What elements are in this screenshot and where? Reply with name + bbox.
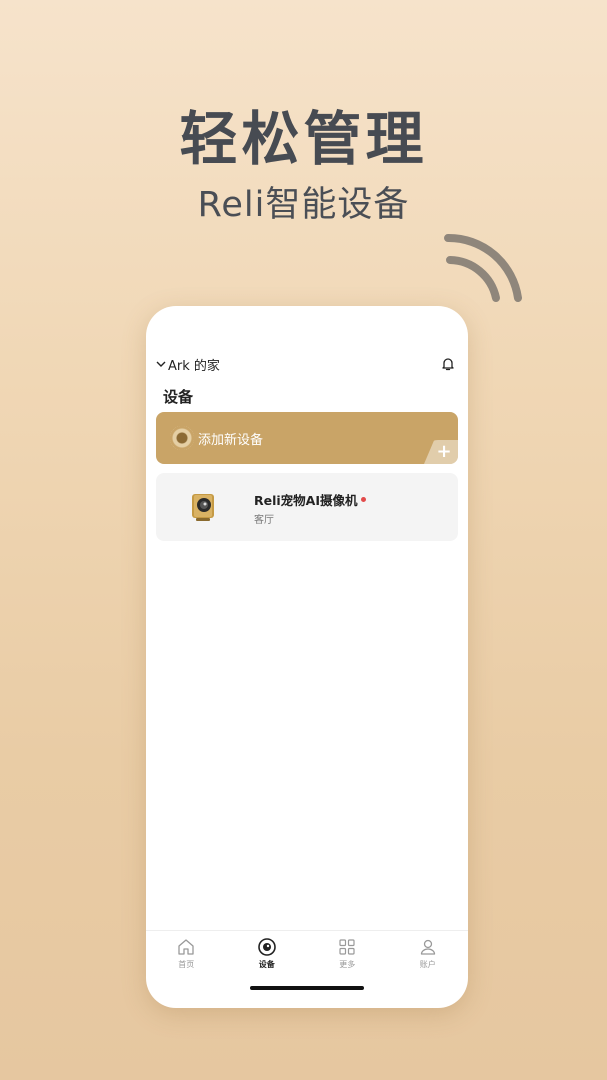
device-room: 客厅	[254, 515, 274, 526]
tab-label: 更多	[339, 960, 356, 969]
tab-more[interactable]: 更多	[307, 931, 388, 977]
app-header: Ark 的家	[156, 354, 456, 374]
home-icon	[178, 939, 194, 955]
home-name: Ark 的家	[168, 358, 220, 374]
device-lens-icon	[170, 426, 194, 450]
chevron-down-icon	[156, 361, 166, 367]
tab-account[interactable]: 账户	[388, 931, 469, 977]
device-name-text: Reli宠物AI摄像机	[254, 493, 358, 508]
add-device-label: 添加新设备	[198, 432, 264, 448]
device-card[interactable]: Reli宠物AI摄像机 客厅	[156, 473, 458, 541]
user-icon	[420, 939, 435, 955]
plus-icon: +	[424, 440, 458, 464]
phone-mockup: Ark 的家 设备 添加新设备 + Reli宠物AI摄像机 客厅 首页 设备 更…	[146, 306, 468, 1008]
tab-label: 首页	[178, 960, 195, 969]
promo-headline: 轻松管理	[179, 105, 428, 173]
wireless-signal-icon	[444, 233, 522, 302]
section-title: 设备	[163, 388, 194, 406]
tab-home[interactable]: 首页	[146, 931, 227, 977]
device-name: Reli宠物AI摄像机	[254, 490, 366, 509]
camera-icon	[257, 938, 276, 956]
bell-icon[interactable]	[440, 356, 456, 372]
tab-label: 设备	[258, 960, 275, 969]
tab-bar: 首页 设备 更多 账户	[146, 930, 468, 977]
status-dot	[360, 497, 366, 502]
promo-subline: Reli智能设备	[197, 185, 410, 225]
grid-icon	[339, 939, 355, 955]
tab-devices[interactable]: 设备	[227, 931, 308, 977]
tab-label: 账户	[419, 960, 436, 969]
add-device-button[interactable]: 添加新设备 +	[156, 412, 458, 464]
home-indicator	[250, 986, 364, 990]
pet-camera-icon	[192, 494, 214, 521]
home-selector[interactable]: Ark 的家	[156, 355, 220, 374]
